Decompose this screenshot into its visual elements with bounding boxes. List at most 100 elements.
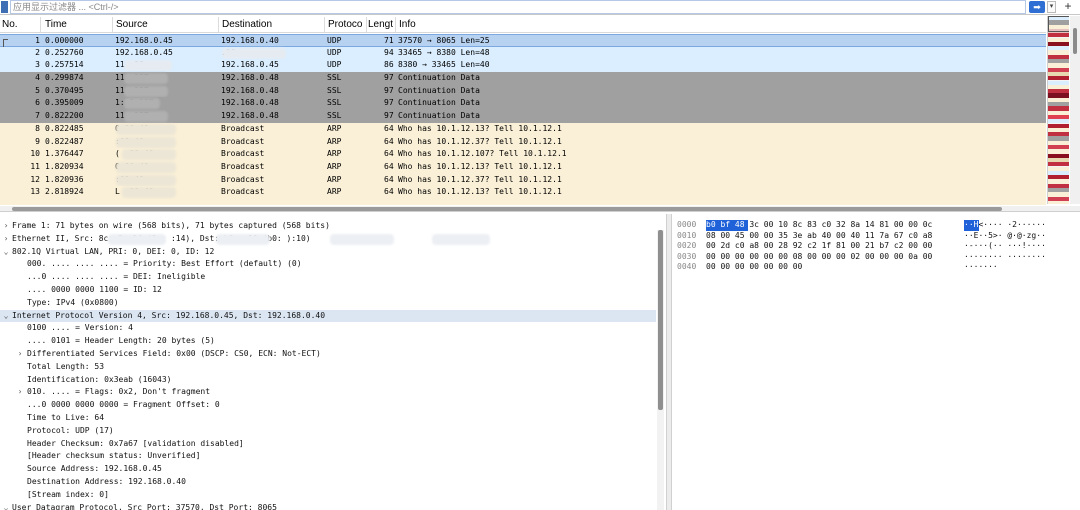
- detail-row[interactable]: ⌄ Internet Protocol Version 4, Src: 192.1…: [0, 309, 656, 323]
- detail-row[interactable]: › Frame 1: 71 bytes on wire (568 bits), 7…: [0, 220, 656, 233]
- bytes-row[interactable]: 0010 08 00 45 00 00 35 3e ab 40 00 40 11 …: [672, 231, 1080, 242]
- packet-protocol: UDP: [327, 47, 342, 57]
- redaction-blur: [122, 187, 176, 199]
- collapsed-icon[interactable]: ›: [2, 220, 10, 233]
- packet-row[interactable]: 121.820936 :00:40BroadcastARP64Who has 1…: [0, 173, 1046, 187]
- packet-row[interactable]: 50.37049511 .137192.168.0.48SSL97Continu…: [0, 84, 1046, 98]
- packet-row[interactable]: 90.822487 :00:40BroadcastARP64Who has 10…: [0, 135, 1046, 149]
- packet-row[interactable]: 70.82220011 .137192.168.0.48SSL97Continu…: [0, 110, 1046, 123]
- redaction-blur: [116, 123, 176, 135]
- packet-row[interactable]: 1 0.000000 192.168.0.45 192.168.0.40 UDP 71 37…: [0, 34, 1046, 47]
- detail-row[interactable]: Type: IPv4 (0x0800): [0, 297, 656, 310]
- detail-text: [Header checksum status: Unverified]: [27, 451, 201, 461]
- detail-row[interactable]: ...0 .... .... .... = DEI: Ineligible: [0, 271, 656, 284]
- packet-row[interactable]: 30.25751411 .98192.168.0.45UDP868380 → 3…: [0, 59, 1046, 73]
- add-filter-button[interactable]: +: [1060, 0, 1076, 14]
- packet-length: 94: [384, 47, 394, 57]
- packet-row[interactable]: 111.820934 0:00:40BroadcastARP64Who has …: [0, 160, 1046, 174]
- scrollbar-thumb[interactable]: [1073, 28, 1077, 54]
- minimap-viewport[interactable]: [1048, 16, 1069, 32]
- detail-row[interactable]: Time to Live: 64: [0, 412, 656, 425]
- col-header-destination[interactable]: Destination: [222, 19, 272, 30]
- packet-destination: Broadcast: [221, 136, 265, 146]
- packet-minimap[interactable]: [1047, 16, 1069, 204]
- packet-list-scrollbar[interactable]: [1070, 16, 1080, 204]
- redaction-blur: [116, 136, 176, 148]
- packet-list-header: No. Time Source Destination Protoco Leng…: [0, 16, 1046, 33]
- packet-protocol: SSL: [327, 98, 342, 108]
- packet-length: 86: [384, 60, 394, 70]
- detail-row[interactable]: [Stream index: 0]: [0, 489, 656, 502]
- packet-protocol: SSL: [327, 73, 342, 83]
- col-header-source[interactable]: Source: [116, 19, 148, 30]
- display-filter-bar: ➡ ▾ +: [0, 0, 1080, 15]
- redaction-blur: [124, 98, 160, 110]
- col-header-no[interactable]: No.: [2, 19, 18, 30]
- expanded-icon[interactable]: ⌄: [2, 310, 10, 323]
- col-header-length[interactable]: Lengt: [368, 19, 393, 30]
- detail-row[interactable]: ⌄ 802.1Q Virtual LAN, PRI: 0, DEI: 0, ID:…: [0, 246, 656, 259]
- redaction-blur: [116, 161, 176, 173]
- expanded-icon[interactable]: ⌄: [2, 246, 10, 259]
- collapsed-icon[interactable]: ›: [16, 386, 24, 399]
- filter-history-dropdown[interactable]: ▾: [1047, 1, 1056, 13]
- detail-row[interactable]: .... 0000 0000 1100 = ID: 12: [0, 284, 656, 297]
- col-header-protocol[interactable]: Protoco: [328, 19, 362, 30]
- detail-text: Header Checksum: 0x7a67 [validation disa…: [27, 438, 244, 448]
- byte-hex: 00 00 00 00 00 00 00: [706, 262, 803, 271]
- detail-row[interactable]: Source Address: 192.168.0.45: [0, 463, 656, 476]
- packet-destination: Broadcast: [221, 161, 265, 171]
- packet-length: 97: [384, 73, 394, 83]
- collapsed-icon[interactable]: ›: [2, 233, 10, 246]
- packet-row-partial[interactable]: [0, 198, 1046, 205]
- bytes-row[interactable]: 0000 b0 bf 48 3c 00 10 8c 83 c0 32 8a 14 …: [672, 220, 1080, 231]
- details-scrollbar-thumb[interactable]: [658, 230, 663, 410]
- display-filter-input[interactable]: [10, 0, 1026, 14]
- packet-row[interactable]: 132.818924L :00:40BroadcastARP64Who has …: [0, 186, 1046, 199]
- detail-row[interactable]: ⌄ User Datagram Protocol, Src Port: 37570…: [0, 502, 656, 510]
- detail-row[interactable]: Total Length: 53: [0, 361, 656, 374]
- detail-row[interactable]: › Differentiated Services Field: 0x00 (DS…: [0, 348, 656, 361]
- col-header-time[interactable]: Time: [45, 19, 67, 30]
- packet-info: 33465 → 8380 Len=48: [398, 47, 490, 57]
- packet-number: 8: [35, 123, 40, 133]
- byte-ascii: ········ ········: [964, 251, 1046, 261]
- detail-row[interactable]: ...0 0000 0000 0000 = Fragment Offset: 0: [0, 399, 656, 412]
- collapsed-icon[interactable]: ›: [16, 348, 24, 361]
- apply-filter-button[interactable]: ➡: [1029, 1, 1045, 13]
- bytes-row[interactable]: 0040 00 00 00 00 00 00 00 ·······: [672, 262, 1080, 273]
- packet-row[interactable]: 101.376447( :00:40BroadcastARP64Who has …: [0, 148, 1046, 161]
- hscrollbar-thumb[interactable]: [12, 207, 1002, 211]
- col-header-info[interactable]: Info: [399, 19, 416, 30]
- detail-row[interactable]: Header Checksum: 0x7a67 [validation disa…: [0, 438, 656, 451]
- detail-row[interactable]: ›Ethernet II, Src: 8c: 3a:14 (8c: :14), …: [0, 233, 656, 246]
- detail-text: Time to Live: 64: [27, 413, 105, 422]
- packet-number: 2: [35, 47, 40, 57]
- packet-row[interactable]: 40.29987411 .137192.168.0.48SSL97Continu…: [0, 72, 1046, 85]
- detail-row[interactable]: Destination Address: 192.168.0.40: [0, 476, 656, 489]
- detail-row[interactable]: Identification: 0x3eab (16043): [0, 374, 656, 387]
- bookmark-icon[interactable]: [1, 1, 8, 13]
- packet-info: Continuation Data: [398, 111, 480, 121]
- byte-ascii: ··E··5>· @·@·zg··: [964, 230, 1046, 240]
- expanded-icon[interactable]: ⌄: [2, 502, 10, 510]
- packet-row[interactable]: 60.3950091: 1.137192.168.0.48SSL97Contin…: [0, 97, 1046, 111]
- packet-row[interactable]: 80.822485 0:00:40BroadcastARP64Who has 1…: [0, 122, 1046, 136]
- byte-hex: 00 00 00 00 00 00 08 00 00 00 02 00 00 0…: [706, 251, 933, 261]
- packet-row[interactable]: 20.252760192.168.0.45.98UDP9433465 → 838…: [0, 46, 1046, 60]
- packet-info: Who has 10.1.12.107? Tell 10.1.12.1: [398, 149, 567, 159]
- packet-list-hscrollbar[interactable]: [0, 206, 1080, 212]
- packet-time: 0.822487: [45, 136, 84, 146]
- details-scrollbar[interactable]: [657, 230, 664, 510]
- detail-row[interactable]: 000. .... .... .... = Priority: Best Eff…: [0, 258, 656, 271]
- bytes-row[interactable]: 0020 00 2d c0 a8 00 28 92 c2 1f 81 00 21 …: [672, 241, 1080, 252]
- detail-row[interactable]: [Header checksum status: Unverified]: [0, 450, 656, 463]
- detail-row[interactable]: .... 0101 = Header Length: 20 bytes (5): [0, 335, 656, 348]
- detail-row[interactable]: Protocol: UDP (17): [0, 425, 656, 438]
- detail-row[interactable]: › 010. .... = Flags: 0x2, Don't fragment: [0, 386, 656, 399]
- packet-destination: 192.168.0.48: [221, 73, 279, 83]
- redaction-blur: [116, 174, 176, 186]
- detail-row[interactable]: 0100 .... = Version: 4: [0, 322, 656, 335]
- packet-time: 1.376447: [45, 149, 84, 159]
- bytes-row[interactable]: 0030 00 00 00 00 00 00 08 00 00 00 02 00 …: [672, 252, 1080, 263]
